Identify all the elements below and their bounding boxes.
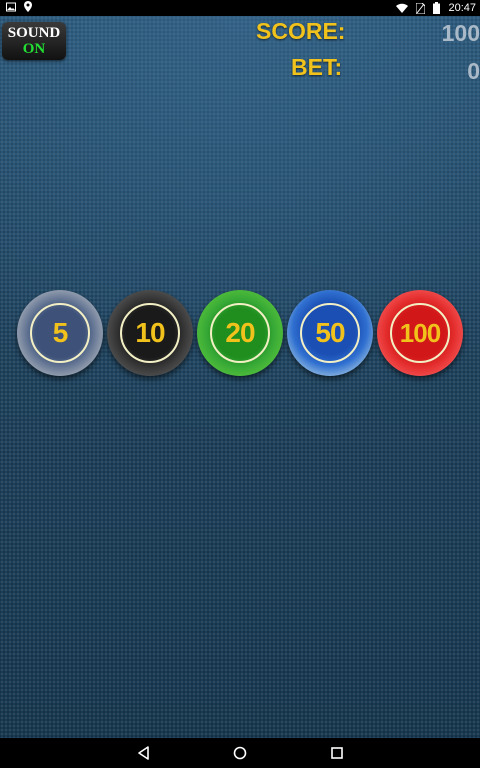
score-value: 100 [441, 20, 480, 46]
no-sim-icon [416, 2, 426, 14]
home-icon[interactable] [232, 745, 248, 761]
chip-value: 5 [52, 317, 69, 348]
clock: 20:47 [448, 2, 476, 14]
sound-state: ON [22, 41, 46, 57]
battery-icon [433, 2, 441, 14]
chip-value: 10 [135, 317, 165, 348]
bet-label: BET: [291, 54, 343, 80]
chip-value: 100 [399, 318, 441, 348]
status-bar: 20:47 [0, 0, 480, 16]
chip-100-button[interactable]: 100 [377, 290, 463, 376]
chip-20-button[interactable]: 20 [197, 290, 283, 376]
back-icon[interactable] [136, 745, 152, 761]
sound-label: SOUND [7, 25, 61, 41]
bet-value: 0 [467, 58, 480, 84]
chip-50-button[interactable]: 50 [287, 290, 373, 376]
chip-value: 50 [315, 317, 345, 348]
chip-10-button[interactable]: 10 [107, 290, 193, 376]
score-label: SCORE: [256, 18, 346, 44]
wifi-icon [396, 3, 409, 13]
chip-value: 20 [225, 317, 255, 348]
sound-toggle-button[interactable]: SOUND ON [2, 22, 66, 60]
navigation-bar [0, 738, 480, 768]
chip-5-button[interactable]: 5 [17, 290, 103, 376]
image-icon [6, 2, 16, 11]
recents-icon[interactable] [329, 745, 345, 761]
game-table: SOUND ON SCORE: 100 BET: 0 5 10 20 50 10… [0, 16, 480, 738]
location-icon [24, 1, 32, 12]
